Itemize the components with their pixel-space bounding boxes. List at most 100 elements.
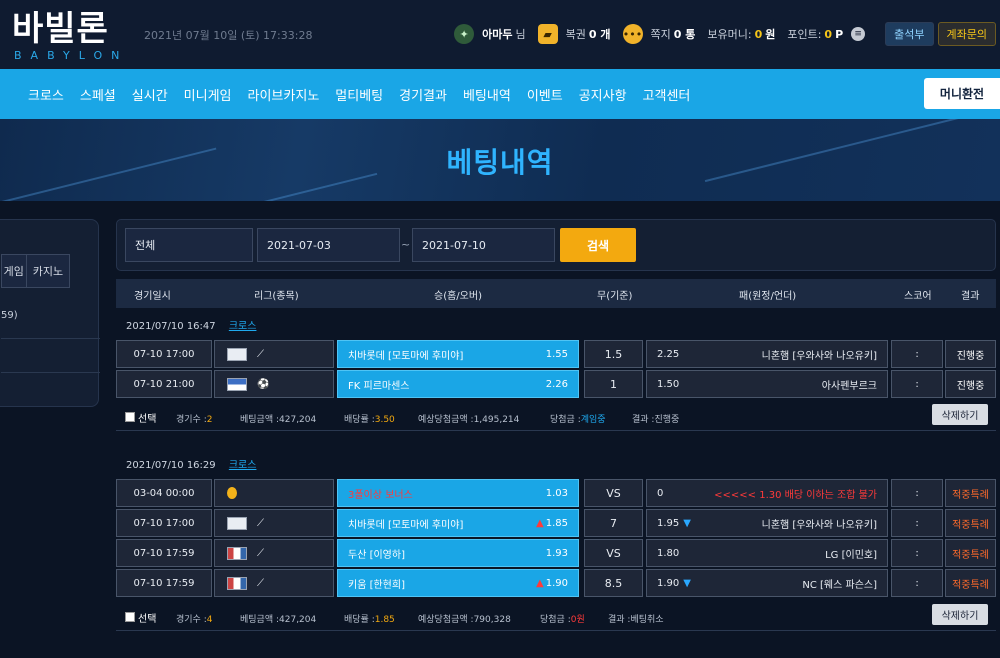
nav-item-events[interactable]: 이벤트 bbox=[527, 85, 563, 104]
select-label: 선택 bbox=[138, 614, 157, 625]
table-header: 경기일시 리그(종목) 승(홈/오버) 무(기준) 패(원정/언더) 스코어 결… bbox=[116, 279, 996, 308]
bet-group-datetime: 2021/07/10 16:29 bbox=[126, 460, 216, 471]
home-pick[interactable]: 두산 [이영하] 1.93 bbox=[337, 539, 579, 567]
result-status: 진행중 bbox=[945, 370, 996, 398]
username: 아마두 bbox=[482, 28, 513, 41]
attendance-button[interactable]: 출석부 bbox=[885, 22, 934, 46]
away-pick: 1.50 아사펜부르크 bbox=[646, 370, 888, 398]
col-header-draw: 무(기준) bbox=[597, 291, 633, 302]
side-panel-divider bbox=[1, 338, 100, 339]
point-unit: P bbox=[835, 27, 844, 41]
away-odds: 1.95 bbox=[657, 517, 680, 529]
bet-type-select[interactable]: 전체 bbox=[125, 228, 253, 262]
away-pick: 1.90 ▼ NC [웨스 파슨스] bbox=[646, 569, 888, 597]
message-group[interactable]: ••• 쪽지 0 통 bbox=[622, 24, 696, 44]
bet-result: 결과 :베팅취소 bbox=[608, 615, 664, 625]
away-odds: 1.80 bbox=[657, 547, 680, 559]
match-time: 03-04 00:00 bbox=[116, 479, 212, 507]
nav-item-bet-history[interactable]: 베팅내역 bbox=[463, 85, 511, 104]
expected-win: 예상당첨금액 :790,328 bbox=[418, 615, 511, 625]
point-group: 포인트: 0 P ≡ bbox=[787, 26, 873, 42]
home-team: 치바롯데 [모토마에 후미야] bbox=[348, 350, 464, 362]
message-count: 0 통 bbox=[673, 28, 696, 41]
league-cell: ⟋ bbox=[214, 340, 334, 368]
home-team: 두산 [이영하] bbox=[348, 549, 405, 561]
page-title: 베팅내역 bbox=[446, 146, 554, 179]
nav-item-results[interactable]: 경기결과 bbox=[399, 85, 447, 104]
side-tab-casino[interactable]: 카지노 bbox=[25, 254, 70, 288]
table-row: 07-10 17:00 ⟋ 치바롯데 [모토마에 후미야] 1.55 1.5 2… bbox=[116, 340, 996, 368]
bet-group-header: 2021/07/10 16:29 크로스 bbox=[126, 456, 256, 471]
col-header-score: 스코어 bbox=[904, 291, 932, 302]
date-from-input[interactable]: 2021-07-03 bbox=[257, 228, 400, 262]
delete-button[interactable]: 삭제하기 bbox=[932, 404, 988, 425]
select-checkbox[interactable] bbox=[125, 612, 135, 622]
away-odds: 0 bbox=[657, 487, 664, 499]
nav-item-notices[interactable]: 공지사항 bbox=[579, 85, 627, 104]
col-header-home: 승(홈/오버) bbox=[434, 291, 482, 302]
current-datetime: 2021년 07월 10일 (토) 17:33:28 bbox=[144, 29, 313, 42]
point-convert-icon[interactable]: ≡ bbox=[851, 27, 866, 41]
home-team: 치바롯데 [모토마에 후미야] bbox=[348, 519, 464, 531]
nav-item-minigame[interactable]: 미니게임 bbox=[184, 85, 232, 104]
match-time: 07-10 17:59 bbox=[116, 539, 212, 567]
bet-group-type-link[interactable]: 크로스 bbox=[229, 460, 257, 471]
home-pick[interactable]: FK 피르마센스 2.26 bbox=[337, 370, 579, 398]
logo[interactable]: 바빌론 BABYLON bbox=[12, 10, 128, 62]
bet-group-header: 2021/07/10 16:47 크로스 bbox=[126, 317, 256, 332]
home-pick[interactable]: 키움 [한현희] ▲ 1.90 bbox=[337, 569, 579, 597]
away-team: 아사펜부르크 bbox=[821, 380, 877, 392]
bet-group-type-link[interactable]: 크로스 bbox=[229, 321, 257, 332]
ticket-count: 0 개 bbox=[588, 28, 611, 41]
nav-item-live-casino[interactable]: 라이브카지노 bbox=[248, 85, 320, 104]
nav-item-live[interactable]: 실시간 bbox=[132, 85, 168, 104]
draw-value: 8.5 bbox=[584, 569, 643, 597]
games-count: 경기수 :2 bbox=[176, 415, 213, 425]
home-pick[interactable]: 치바롯데 [모토마에 후미야] ▲ 1.85 bbox=[337, 509, 579, 537]
logo-english: BABYLON bbox=[14, 49, 129, 62]
money-value: 0 bbox=[754, 27, 763, 41]
nav-item-cross[interactable]: 크로스 bbox=[28, 85, 64, 104]
fifa-flag-icon bbox=[227, 377, 247, 391]
draw-value: VS bbox=[584, 479, 643, 507]
user-info-bar: ✦ 아마두 님 ▰ 복권 0 개 ••• 쪽지 0 통 보유머니: 0 원 포인… bbox=[454, 22, 1000, 46]
side-tab-game[interactable]: 게임 bbox=[1, 254, 26, 288]
kbo-flag-icon bbox=[227, 576, 247, 590]
away-team: LG [이민호] bbox=[825, 549, 877, 561]
baseball-icon: ⟋ bbox=[257, 577, 264, 589]
away-team: <<<<< 1.30 배당 이하는 조합 불가 bbox=[714, 489, 877, 501]
date-to-input[interactable]: 2021-07-10 bbox=[412, 228, 555, 262]
select-checkbox[interactable] bbox=[125, 412, 135, 422]
bonus-icon bbox=[227, 487, 237, 499]
league-flag-icon bbox=[227, 516, 247, 530]
draw-value: 1 bbox=[584, 370, 643, 398]
home-pick[interactable]: 치바롯데 [모토마에 후미야] 1.55 bbox=[337, 340, 579, 368]
account-inquiry-button[interactable]: 계좌문의 bbox=[937, 22, 996, 46]
ticket-group[interactable]: ▰ 복권 0 개 bbox=[537, 24, 611, 44]
point-label: 포인트: bbox=[787, 28, 822, 41]
draw-value: 1.5 bbox=[584, 340, 643, 368]
side-panel-tabs: 게임 카지노 bbox=[1, 254, 70, 288]
score: : bbox=[891, 509, 943, 537]
money-exchange-button[interactable]: 머니환전 bbox=[924, 78, 1000, 109]
expected-win: 예상당첨금액 :1,495,214 bbox=[418, 415, 520, 425]
col-header-date: 경기일시 bbox=[134, 291, 171, 302]
page-banner: 베팅내역 bbox=[0, 119, 1000, 201]
user-suffix: 님 bbox=[515, 28, 526, 41]
baseball-icon: ⟋ bbox=[257, 547, 264, 559]
message-label: 쪽지 bbox=[650, 28, 671, 41]
home-odds: 2.26 bbox=[545, 378, 568, 390]
search-button[interactable]: 검색 bbox=[560, 228, 636, 262]
table-row: 07-10 17:59 ⟋ 키움 [한현희] ▲ 1.90 8.5 1.90 ▼ N… bbox=[116, 569, 996, 597]
odds-up-arrow-icon: ▲ bbox=[536, 577, 544, 589]
home-pick[interactable]: 3폴이상 보너스 1.03 bbox=[337, 479, 579, 507]
col-header-away: 패(원정/언더) bbox=[739, 291, 797, 302]
bet-result: 결과 :진행중 bbox=[632, 415, 680, 425]
nav-item-support[interactable]: 고객센터 bbox=[643, 85, 691, 104]
delete-button[interactable]: 삭제하기 bbox=[932, 604, 988, 625]
league-flag-icon bbox=[227, 347, 247, 361]
away-team: 니혼햄 [우와사와 나오유키] bbox=[761, 519, 877, 531]
odds-down-arrow-icon: ▼ bbox=[683, 517, 691, 529]
nav-item-multi-bet[interactable]: 멀티베팅 bbox=[335, 85, 383, 104]
nav-item-special[interactable]: 스페셜 bbox=[80, 85, 116, 104]
